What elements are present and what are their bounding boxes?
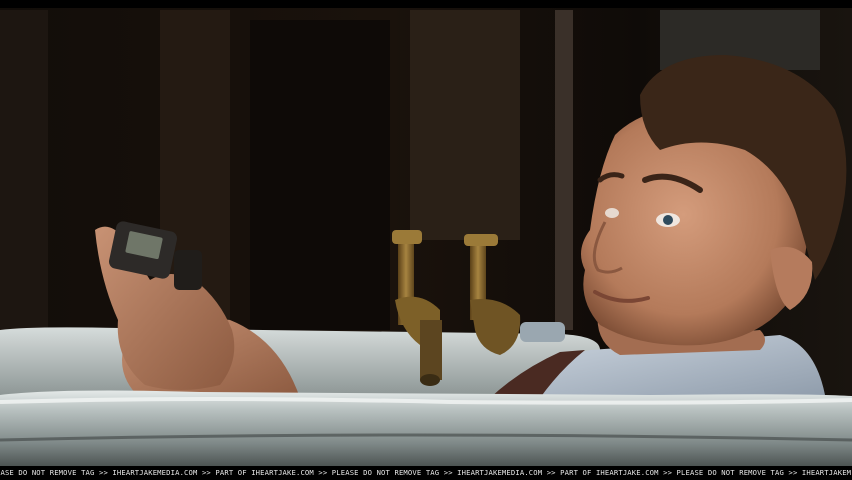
eye-near [605, 208, 619, 218]
doorway-shadow [250, 20, 390, 330]
watermark-text: EASE DO NOT REMOVE TAG >> IHEARTJAKEMEDI… [0, 468, 852, 477]
movie-still-frame: EASE DO NOT REMOVE TAG >> IHEARTJAKEMEDI… [0, 0, 852, 480]
bathtub-scene [0, 0, 852, 466]
left-wall-panel [0, 10, 48, 340]
top-black-bar [0, 0, 852, 8]
pillar-center [410, 10, 520, 240]
eye-iris [663, 215, 673, 225]
watermark-strip: EASE DO NOT REMOVE TAG >> IHEARTJAKEMEDI… [0, 466, 852, 480]
pipe-vertical [555, 10, 573, 330]
